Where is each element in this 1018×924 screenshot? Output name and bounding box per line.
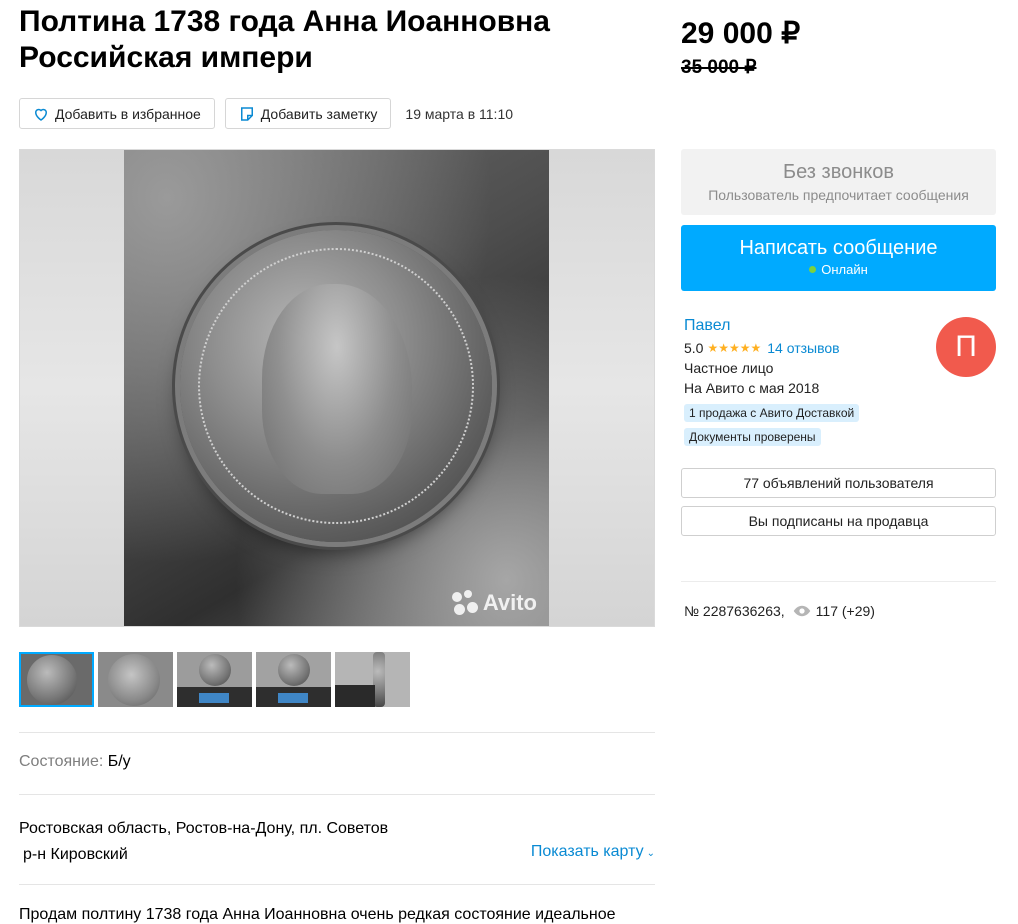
address-line: Ростовская область, Ростов-на-Дону, пл. … xyxy=(19,820,389,837)
listing-actions: Добавить в избранное Добавить заметку 19… xyxy=(19,98,513,129)
add-to-favorites-label: Добавить в избранное xyxy=(55,105,201,122)
photo-gallery[interactable]: Avito xyxy=(19,149,655,627)
no-calls-notice: Без звонков Пользователь предпочитает со… xyxy=(681,149,996,215)
publish-date: 19 марта в 11:10 xyxy=(405,105,514,122)
gallery-blur-right xyxy=(549,150,654,626)
rating-score: 5.0 xyxy=(684,340,704,356)
no-calls-subtitle: Пользователь предпочитает сообщения xyxy=(708,187,969,203)
seller-avatar[interactable]: П xyxy=(936,317,996,377)
description: Продам полтину 1738 года Анна Иоанновна … xyxy=(19,906,616,923)
thumbnail[interactable] xyxy=(177,652,252,707)
thumbnail[interactable] xyxy=(256,652,331,707)
price: 29 000 ₽ xyxy=(681,17,801,50)
sidebar-divider xyxy=(681,581,996,582)
watermark-text: Avito xyxy=(482,590,537,615)
section-divider xyxy=(19,884,655,885)
add-note-button[interactable]: Добавить заметку xyxy=(224,98,392,129)
section-divider xyxy=(19,794,655,795)
section-divider xyxy=(19,732,655,733)
online-status: Онлайн xyxy=(681,262,996,277)
condition-value: Б/у xyxy=(107,753,131,770)
listing-meta: № 2287636263, 117 (+29) xyxy=(684,603,875,619)
ad-number: № 2287636263, xyxy=(684,603,785,619)
write-message-label: Написать сообщение xyxy=(739,237,938,259)
delivery-badge: 1 продажа с Авито Доставкой xyxy=(684,404,860,422)
online-dot-icon xyxy=(809,266,817,273)
show-map-link[interactable]: Показать карту ⌄ xyxy=(531,843,655,861)
coin-image xyxy=(180,230,492,542)
thumbnail[interactable] xyxy=(19,652,94,707)
district: р-н Кировский xyxy=(23,846,128,863)
gallery-blur-left xyxy=(20,150,125,626)
add-to-favorites-button[interactable]: Добавить в избранное xyxy=(19,98,215,129)
avito-watermark: Avito xyxy=(451,590,537,616)
old-price: 35 000 ₽ xyxy=(681,57,757,78)
listing-title: Полтина 1738 года Анна Иоанновна Российс… xyxy=(19,5,550,74)
reviews-link[interactable]: 14 отзывов xyxy=(767,338,839,358)
chevron-down-icon: ⌄ xyxy=(646,847,655,859)
no-calls-title: Без звонков xyxy=(783,161,894,183)
seller-since: На Авито с мая 2018 xyxy=(684,380,820,396)
write-message-button[interactable]: Написать сообщение Онлайн xyxy=(681,225,996,291)
thumbnail-strip xyxy=(19,652,414,707)
view-count: 117 (+29) xyxy=(815,603,875,619)
condition-label: Состояние: xyxy=(19,753,104,770)
star-icons: ★★★★★ xyxy=(707,341,762,355)
seller-listings-button[interactable]: 77 объявлений пользователя xyxy=(681,468,996,498)
avito-logo-icon xyxy=(451,590,478,616)
add-note-label: Добавить заметку xyxy=(260,105,378,122)
show-map-label: Показать карту xyxy=(530,843,644,860)
note-icon xyxy=(240,106,253,121)
thumbnail[interactable] xyxy=(335,652,410,707)
main-photo[interactable]: Avito xyxy=(124,150,549,626)
heart-icon xyxy=(34,108,48,121)
address: Ростовская область, Ростов-на-Дону, пл. … xyxy=(19,816,388,868)
online-label: Онлайн xyxy=(821,262,868,277)
documents-verified-badge: Документы проверены xyxy=(684,428,821,446)
subscribed-button[interactable]: Вы подписаны на продавца xyxy=(681,506,996,536)
condition: Состояние: Б/у xyxy=(19,753,131,771)
eye-icon xyxy=(793,605,810,617)
thumbnail[interactable] xyxy=(98,652,173,707)
